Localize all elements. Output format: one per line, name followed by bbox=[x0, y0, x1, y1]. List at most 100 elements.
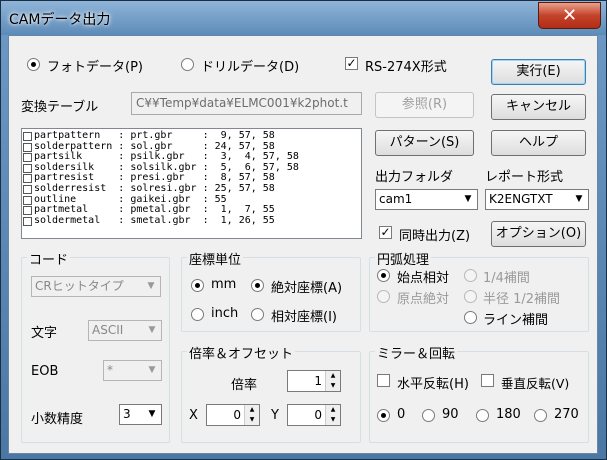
layer-checkbox[interactable] bbox=[23, 142, 32, 152]
offset-x-spinner[interactable]: 0 ▲ ▼ bbox=[206, 404, 260, 426]
charset-select[interactable]: ASCII ▼ bbox=[88, 320, 162, 341]
browse-button[interactable]: 参照(R) bbox=[375, 92, 474, 118]
rs274x-checkbox[interactable]: ✓ bbox=[345, 57, 358, 70]
layer-text: partsilk : psilk.gbr : 3, 4, 57, 58 bbox=[34, 151, 299, 163]
unit-mm-radio[interactable] bbox=[191, 279, 204, 292]
arc-quarter-radio[interactable] bbox=[464, 269, 477, 282]
rotation-180-label[interactable]: 180 bbox=[496, 407, 521, 422]
report-format-value: K2ENGTXT bbox=[489, 192, 553, 206]
pattern-button[interactable]: パターン(S) bbox=[375, 130, 474, 156]
drill-data-label[interactable]: ドリルデータ(D) bbox=[201, 56, 299, 75]
rotation-90-radio[interactable] bbox=[422, 409, 435, 422]
arc-origin-absolute-radio[interactable] bbox=[377, 290, 390, 303]
chevron-down-icon: ▼ bbox=[148, 365, 156, 375]
arc-processing-title: 円弧処理 bbox=[375, 249, 432, 268]
eob-select[interactable]: * ▼ bbox=[103, 360, 162, 381]
charset-label: 文字 bbox=[31, 326, 58, 341]
absolute-coord-radio[interactable] bbox=[251, 279, 264, 292]
rotation-90-label[interactable]: 90 bbox=[442, 407, 459, 422]
chevron-down-icon: ▼ bbox=[148, 409, 156, 419]
horizontal-flip-label[interactable]: 水平反転(H) bbox=[397, 373, 469, 392]
scale-offset-title: 倍率＆オフセット bbox=[187, 343, 296, 362]
offset-x-value: 0 bbox=[233, 408, 241, 422]
chevron-down-icon: ▼ bbox=[148, 325, 156, 335]
execute-button[interactable]: 実行(E) bbox=[491, 59, 586, 85]
unit-inch-label[interactable]: inch bbox=[211, 306, 238, 321]
spin-arrows-icon[interactable]: ▲ ▼ bbox=[325, 371, 340, 391]
title-bar[interactable]: CAMデータ出力 ✕ bbox=[1, 1, 606, 35]
arc-origin-absolute-label[interactable]: 原点絶対 bbox=[397, 288, 449, 307]
photo-data-radio[interactable] bbox=[27, 58, 40, 71]
offset-y-value: 0 bbox=[314, 408, 322, 422]
unit-mm-label[interactable]: mm bbox=[211, 277, 236, 292]
code-group-title: コード bbox=[27, 249, 71, 268]
rotation-180-radio[interactable] bbox=[476, 409, 489, 422]
spin-arrows-icon[interactable]: ▲ ▼ bbox=[244, 405, 259, 425]
simultaneous-output-label[interactable]: 同時出力(Z) bbox=[399, 225, 470, 244]
rotation-270-label[interactable]: 270 bbox=[554, 407, 579, 422]
simultaneous-output-checkbox[interactable]: ✓ bbox=[379, 226, 392, 239]
offset-y-label: Y bbox=[271, 408, 279, 423]
close-button[interactable]: ✕ bbox=[538, 2, 601, 29]
charset-value: ASCII bbox=[92, 323, 124, 337]
rotation-0-label[interactable]: 0 bbox=[397, 407, 405, 422]
dialog-body: フォトデータ(P) ドリルデータ(D) ✓ RS-274X形式 実行(E) キャ… bbox=[8, 35, 598, 454]
report-format-select[interactable]: K2ENGTXT ▼ bbox=[485, 189, 589, 210]
arc-start-relative-radio[interactable] bbox=[377, 269, 390, 282]
spin-arrows-icon[interactable]: ▲ ▼ bbox=[325, 405, 340, 425]
output-folder-select[interactable]: cam1 ▼ bbox=[375, 189, 478, 210]
layer-checkbox[interactable] bbox=[23, 216, 32, 226]
chevron-down-icon: ▼ bbox=[575, 194, 583, 204]
relative-coord-radio[interactable] bbox=[251, 308, 264, 321]
help-button[interactable]: ヘルプ bbox=[491, 130, 586, 156]
layer-text: soldermetal : smetal.gbr : 1, 26, 55 bbox=[34, 214, 275, 226]
layer-checkbox[interactable] bbox=[23, 174, 32, 184]
mirror-rotation-title: ミラー＆回転 bbox=[375, 343, 458, 362]
arc-line-label[interactable]: ライン補間 bbox=[483, 309, 548, 328]
list-item[interactable]: soldermetal : smetal.gbr : 1, 26, 55 bbox=[22, 214, 361, 227]
report-format-label: レポート形式 bbox=[485, 170, 564, 185]
horizontal-flip-checkbox[interactable] bbox=[377, 374, 390, 387]
drill-data-radio[interactable] bbox=[181, 58, 194, 71]
arc-start-relative-label[interactable]: 始点相対 bbox=[397, 267, 449, 286]
rotation-0-radio[interactable] bbox=[377, 409, 390, 422]
rotation-270-radio[interactable] bbox=[534, 409, 547, 422]
photo-data-label[interactable]: フォトデータ(P) bbox=[47, 56, 143, 75]
absolute-coord-label[interactable]: 絶対座標(A) bbox=[271, 277, 342, 296]
arc-radius-half-label[interactable]: 半径 1/2補間 bbox=[483, 288, 560, 307]
scale-ratio-spinner[interactable]: 1 ▲ ▼ bbox=[287, 370, 341, 392]
unit-inch-radio[interactable] bbox=[191, 308, 204, 321]
cancel-button[interactable]: キャンセル bbox=[491, 94, 586, 120]
offset-x-label: X bbox=[189, 408, 198, 423]
chevron-down-icon: ▼ bbox=[464, 194, 472, 204]
rs274x-label[interactable]: RS-274X形式 bbox=[365, 56, 447, 75]
arc-line-radio[interactable] bbox=[464, 311, 477, 324]
layer-checkbox[interactable] bbox=[23, 195, 32, 205]
options-button[interactable]: オプション(O) bbox=[491, 221, 586, 247]
decimal-precision-label: 小数精度 bbox=[31, 412, 84, 427]
cam-output-dialog: CAMデータ出力 ✕ フォトデータ(P) ドリルデータ(D) ✓ RS-274X… bbox=[0, 0, 607, 460]
scale-offset-group bbox=[181, 351, 361, 443]
offset-y-spinner[interactable]: 0 ▲ ▼ bbox=[287, 404, 341, 426]
arc-quarter-label[interactable]: 1/4補間 bbox=[483, 267, 530, 286]
vertical-flip-label[interactable]: 垂直反転(V) bbox=[501, 373, 569, 392]
eob-value: * bbox=[107, 363, 113, 377]
vertical-flip-checkbox[interactable] bbox=[481, 374, 494, 387]
layer-list[interactable]: partpattern : prt.gbr : 9, 57, 58 solderp… bbox=[21, 128, 362, 239]
relative-coord-label[interactable]: 相対座標(I) bbox=[271, 306, 337, 325]
conversion-table-path[interactable]: C¥¥Temp¥data¥ELMC001¥k2phot.t bbox=[131, 92, 362, 115]
scale-ratio-value: 1 bbox=[314, 374, 322, 388]
layer-text: solderresist : solresi.gbr : 25, 57, 58 bbox=[34, 182, 275, 194]
output-folder-value: cam1 bbox=[379, 192, 413, 206]
layer-checkbox[interactable] bbox=[23, 163, 32, 173]
decimal-precision-select[interactable]: 3 ▼ bbox=[119, 404, 162, 425]
code-type-select[interactable]: CRヒットタイプ ▼ bbox=[31, 276, 161, 297]
layer-checkbox[interactable] bbox=[23, 132, 32, 141]
layer-checkbox[interactable] bbox=[23, 206, 32, 216]
layer-text: soldersilk : solsilk.gbr : 5, 6, 57, 58 bbox=[34, 161, 299, 173]
scale-ratio-label: 倍率 bbox=[231, 378, 258, 393]
layer-text: partmetal : pmetal.gbr : 1, 7, 55 bbox=[34, 204, 275, 216]
layer-checkbox[interactable] bbox=[23, 153, 32, 163]
arc-radius-half-radio[interactable] bbox=[464, 290, 477, 303]
layer-checkbox[interactable] bbox=[23, 184, 32, 194]
